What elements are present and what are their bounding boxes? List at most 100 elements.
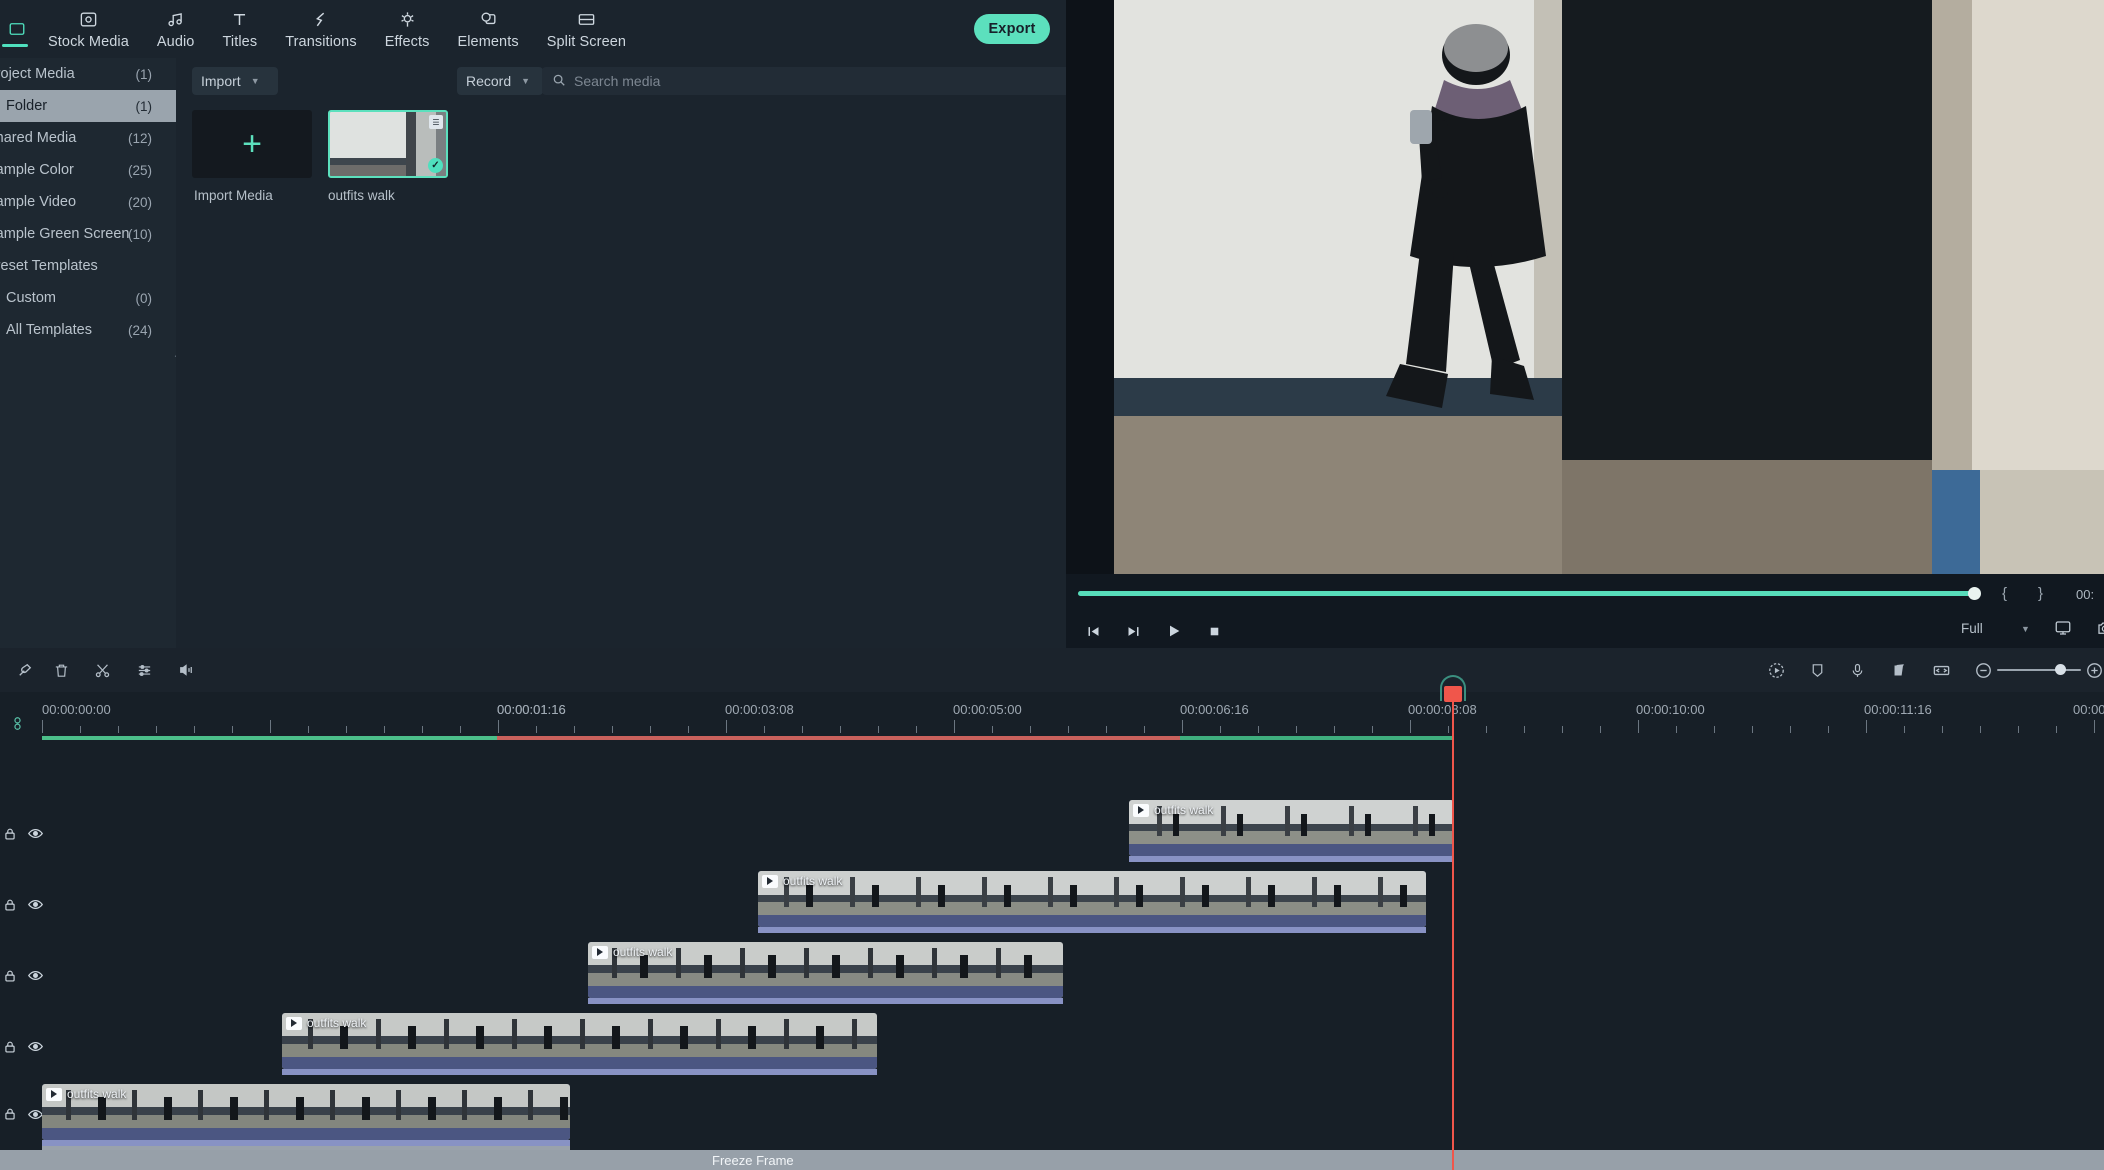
- sidebar-item-folder[interactable]: Folder (1): [0, 90, 176, 122]
- record-label: Record: [466, 73, 511, 89]
- sidebar-item-shared-media[interactable]: Shared Media (12): [0, 122, 176, 154]
- mixer-icon[interactable]: [1888, 659, 1910, 681]
- snapshot-button[interactable]: [2096, 619, 2104, 641]
- prev-frame-button[interactable]: [1080, 618, 1106, 644]
- sliders-icon[interactable]: [133, 659, 155, 681]
- record-button[interactable]: Record ▼: [457, 67, 543, 95]
- sidebar-item-sample-video[interactable]: Sample Video (20): [0, 186, 176, 218]
- zoom-slider[interactable]: [1997, 669, 2081, 671]
- stop-button[interactable]: [1201, 618, 1227, 644]
- toolbar-item-stock-media[interactable]: Stock Media: [34, 0, 143, 58]
- range-green-right: [1180, 736, 1453, 740]
- display-settings-button[interactable]: [2054, 619, 2076, 641]
- trash-icon[interactable]: [50, 659, 72, 681]
- preview-scrubber[interactable]: [1078, 591, 1976, 596]
- ruler-tick-minor: [650, 726, 651, 733]
- split-screen-icon: [577, 8, 596, 30]
- render-preview-icon[interactable]: [1765, 659, 1787, 681]
- lock-icon[interactable]: [2, 967, 17, 985]
- sidebar-item-label: Custom: [6, 290, 56, 306]
- quality-dropdown[interactable]: Full: [1961, 621, 1983, 636]
- ruler-tick-minor: [156, 726, 157, 733]
- ruler-tick-minor: [80, 726, 81, 733]
- toolbar-item-transitions[interactable]: Transitions: [271, 0, 370, 58]
- ruler-tick-minor: [574, 726, 575, 733]
- chevron-down-icon: ▼: [251, 76, 260, 86]
- toolbar-item-titles[interactable]: Titles: [208, 0, 271, 58]
- shield-marker-icon[interactable]: [1806, 659, 1828, 681]
- zoom-in-icon[interactable]: [2083, 659, 2104, 681]
- timeline-ruler[interactable]: 00:00:00:00 00:00:01:16 00:00:01:16 00:0…: [0, 692, 2104, 734]
- ruler-tick-major: [498, 720, 499, 733]
- chevron-down-icon[interactable]: ▼: [2021, 624, 2030, 634]
- ruler-mark: 00:00:00:00: [42, 702, 111, 717]
- ruler-tick-minor: [384, 726, 385, 733]
- import-button[interactable]: Import ▼: [192, 67, 278, 95]
- ruler-tick-minor: [1068, 726, 1069, 733]
- sidebar-item-all-templates[interactable]: All Templates (24): [0, 314, 176, 346]
- next-frame-button[interactable]: [1120, 618, 1146, 644]
- toolbar-item-media[interactable]: [0, 0, 34, 58]
- timeline-clip[interactable]: outfits walk: [282, 1013, 877, 1069]
- ruler-tick-minor: [1600, 726, 1601, 733]
- lock-icon[interactable]: [2, 1105, 17, 1123]
- ruler-tick-minor: [1524, 726, 1525, 733]
- sidebar-item-label: Folder: [6, 98, 47, 114]
- export-button[interactable]: Export: [974, 14, 1050, 44]
- toolbar-label: Split Screen: [547, 34, 626, 50]
- microphone-icon[interactable]: [1846, 659, 1868, 681]
- sidebar-item-preset-templates[interactable]: Preset Templates: [0, 250, 176, 282]
- timeline-clip[interactable]: outfits walk: [588, 942, 1063, 998]
- eye-visibility-icon[interactable]: [27, 896, 44, 914]
- zoom-out-icon[interactable]: [1972, 659, 1994, 681]
- player-controls: { } 00: Full ▼: [1066, 574, 2104, 648]
- detach-audio-icon[interactable]: [175, 659, 197, 681]
- import-media-dropzone[interactable]: +: [192, 110, 312, 178]
- lock-icon[interactable]: [2, 825, 17, 843]
- eye-visibility-icon[interactable]: [27, 967, 44, 985]
- lock-icon[interactable]: [2, 1038, 17, 1056]
- link-chain-icon[interactable]: [6, 712, 28, 734]
- scrubber-handle[interactable]: [1968, 587, 1981, 600]
- marker-pin-icon[interactable]: [14, 659, 36, 681]
- sidebar-item-sample-green-screen[interactable]: Sample Green Screen (10): [0, 218, 176, 250]
- eye-visibility-icon[interactable]: [27, 1038, 44, 1056]
- fit-timeline-icon[interactable]: [1930, 659, 1952, 681]
- playhead-handle[interactable]: [1444, 686, 1462, 702]
- toolbar-label: Audio: [157, 34, 195, 50]
- timeline-clip[interactable]: outfits walk: [1129, 800, 1454, 856]
- sidebar-item-custom[interactable]: Custom (0): [0, 282, 176, 314]
- media-item-import[interactable]: + Import Media: [192, 110, 312, 203]
- preview-video-frame[interactable]: [1114, 0, 2104, 574]
- sidebar-item-project-media[interactable]: Project Media (1): [0, 58, 176, 90]
- ruler-mark-2: 00:00:03:08: [725, 702, 794, 717]
- sidebar-item-sample-color[interactable]: Sample Color (25): [0, 154, 176, 186]
- freeze-frame-bar[interactable]: Freeze Frame: [0, 1150, 2104, 1170]
- mark-out-button[interactable]: }: [2038, 585, 2043, 602]
- ruler-mark-7: 00:00:11:16: [1864, 702, 1932, 717]
- eye-visibility-icon[interactable]: [27, 825, 44, 843]
- sidebar-item-count: (12): [128, 131, 152, 146]
- timeline-clip[interactable]: outfits walk: [758, 871, 1426, 927]
- toolbar-item-split-screen[interactable]: Split Screen: [533, 0, 640, 58]
- ruler-tick-minor: [1372, 726, 1373, 733]
- media-thumbnail[interactable]: ☰ ✓: [328, 110, 448, 178]
- toolbar-item-elements[interactable]: Elements: [443, 0, 532, 58]
- ruler-tick-minor: [1828, 726, 1829, 733]
- clip-title-text: outfits walk: [783, 874, 842, 888]
- ruler-tick-major: [2094, 720, 2095, 733]
- zoom-slider-handle[interactable]: [2055, 664, 2066, 675]
- ruler-tick-minor: [1980, 726, 1981, 733]
- media-item-outfits-walk[interactable]: ☰ ✓ outfits walk: [328, 110, 448, 203]
- lock-icon[interactable]: [2, 896, 17, 914]
- media-library-sidebar: Project Media (1) Folder (1) Shared Medi…: [0, 58, 176, 648]
- timeline-track-5: outfits walk: [0, 798, 2104, 869]
- toolbar-item-audio[interactable]: Audio: [143, 0, 209, 58]
- ruler-tick-major: [42, 720, 43, 733]
- toolbar-item-effects[interactable]: Effects: [371, 0, 444, 58]
- play-button[interactable]: [1161, 618, 1187, 644]
- timeline-clip[interactable]: outfits walk: [42, 1084, 570, 1140]
- mark-in-button[interactable]: {: [2002, 585, 2007, 602]
- ruler-tick-minor: [1562, 726, 1563, 733]
- scissors-icon[interactable]: [91, 659, 113, 681]
